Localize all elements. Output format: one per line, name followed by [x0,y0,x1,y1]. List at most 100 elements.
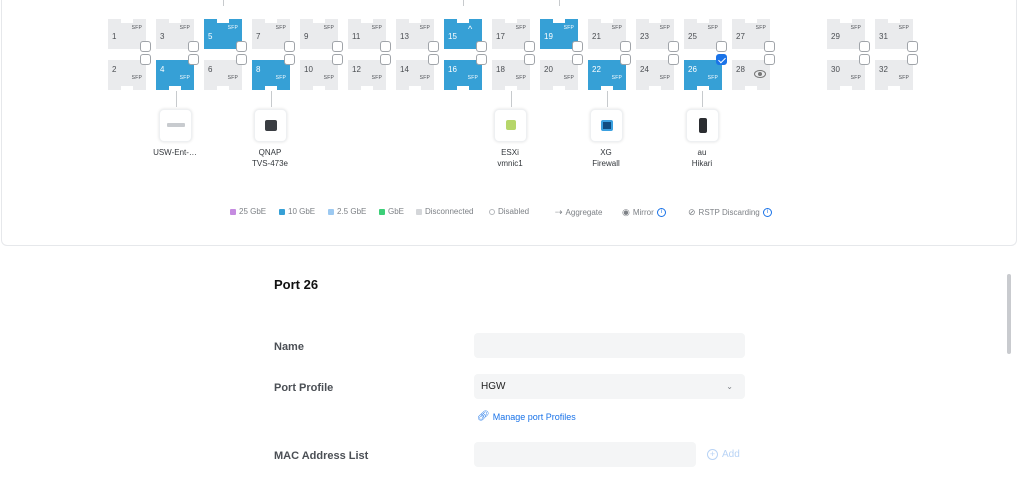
port-type-label: SFP [275,75,286,81]
link-icon: 🔗︎ [477,411,490,422]
port-9-checkbox[interactable] [332,41,343,52]
port-4-checkbox[interactable] [188,54,199,65]
port-11-checkbox[interactable] [380,41,391,52]
scrollbar[interactable] [1007,274,1011,354]
device-label-line2: Firewall [592,159,620,168]
port-21-checkbox[interactable] [620,41,631,52]
manage-port-profiles-link[interactable]: 🔗︎ Manage port Profiles [477,411,576,422]
nas-device-icon[interactable] [254,109,287,142]
firewall-device-icon[interactable] [590,109,623,142]
device-label-line1: XG [600,148,612,157]
legend-2-5gbe: 2.5 GbE [328,207,366,216]
port-18-checkbox[interactable] [524,54,535,65]
name-field[interactable] [474,333,745,358]
port-30[interactable]: 30 SFP [827,60,865,90]
legend-aggregate: ⇢ Aggregate [555,207,602,218]
port-number: 6 [208,65,213,74]
port-type-label: SFP [659,25,670,31]
connection-line [223,0,224,6]
port-number: 16 [448,65,457,74]
gateway-device-icon[interactable] [686,109,719,142]
port-number: 11 [352,32,361,41]
port-30-checkbox[interactable] [859,54,870,65]
eye-icon: ◉ [622,207,630,217]
port-25-checkbox[interactable] [716,41,727,52]
port-2[interactable]: 2 SFP [108,60,146,90]
info-icon[interactable]: i [762,208,772,217]
port-profile-select[interactable]: HGW ⌄ [474,374,745,399]
legend-label: Disconnected [425,207,474,216]
port-14-checkbox[interactable] [428,54,439,65]
port-22[interactable]: 22 SFP [588,60,626,90]
gbe-swatch [379,208,385,215]
port-type-label: SFP [467,75,478,81]
port-2-checkbox[interactable] [140,54,151,65]
port-18[interactable]: 18 SFP [492,60,530,90]
port-3-checkbox[interactable] [188,41,199,52]
port-32-checkbox[interactable] [907,54,918,65]
chevron-down-icon: ⌄ [726,382,733,391]
port-8-checkbox[interactable] [284,54,295,65]
port-15-checkbox[interactable] [476,41,487,52]
port-type-label: SFP [611,25,622,31]
port-16[interactable]: 16 SFP [444,60,482,90]
port-28-checkbox[interactable] [764,54,775,65]
disabled-swatch [489,208,495,215]
port-type-label: SFP [371,25,382,31]
port-number: 25 [688,32,697,41]
port-17-checkbox[interactable] [524,41,535,52]
legend-label: 10 GbE [288,207,316,216]
port-12[interactable]: 12 SFP [348,60,386,90]
port-8[interactable]: 8 SFP [252,60,290,90]
port-number: 19 [544,32,553,41]
connection-line [463,0,464,6]
port-type-label: SFP [515,75,526,81]
port-type-label: SFP [898,75,909,81]
legend-disconnected: Disconnected [416,207,473,216]
switch-device-icon[interactable] [159,109,192,142]
port-24[interactable]: 24 SFP [636,60,674,90]
info-icon[interactable]: i [656,208,666,217]
port-20[interactable]: 20 SFP [540,60,578,90]
port-10-checkbox[interactable] [332,54,343,65]
legend-label: Disabled [498,207,530,216]
port-1-checkbox[interactable] [140,41,151,52]
port-31-checkbox[interactable] [907,41,918,52]
port-26[interactable]: 26 SFP [684,60,722,90]
disconnected-swatch [416,208,422,215]
port-29-checkbox[interactable] [859,41,870,52]
port-16-checkbox[interactable] [476,54,487,65]
port-23-checkbox[interactable] [668,41,679,52]
port-type-label: SFP [131,25,142,31]
port-24-checkbox[interactable] [668,54,679,65]
server-device-icon[interactable] [494,109,527,142]
port-4[interactable]: 4 SFP [156,60,194,90]
port-20-checkbox[interactable] [572,54,583,65]
port-number: 31 [879,32,888,41]
port-13-checkbox[interactable] [428,41,439,52]
device-label: USW-Ent-… [135,147,215,158]
port-5-checkbox[interactable] [236,41,247,52]
port-number: 4 [160,65,165,74]
port-14[interactable]: 14 SFP [396,60,434,90]
port-28[interactable]: 28SFP [732,60,770,90]
port-6[interactable]: 6 SFP [204,60,242,90]
port-22-checkbox[interactable] [620,54,631,65]
legend-mirror: ◉ Mirror i [622,207,666,218]
add-mac-button[interactable]: + Add [707,449,740,460]
port-number: 23 [640,32,649,41]
aggregate-icon: ⇢ [555,207,563,217]
port-number: 18 [496,65,505,74]
port-number: 9 [304,32,309,41]
port-26-checkbox[interactable] [716,54,727,65]
device-label-line1: QNAP [258,148,282,157]
mac-address-field[interactable] [474,442,696,467]
port-12-checkbox[interactable] [380,54,391,65]
port-6-checkbox[interactable] [236,54,247,65]
port-19-checkbox[interactable] [572,41,583,52]
port-27-checkbox[interactable] [764,41,775,52]
port-32[interactable]: 32 SFP [875,60,913,90]
legend-gbe: GbE [379,207,404,216]
port-10[interactable]: 10 SFP [300,60,338,90]
port-7-checkbox[interactable] [284,41,295,52]
